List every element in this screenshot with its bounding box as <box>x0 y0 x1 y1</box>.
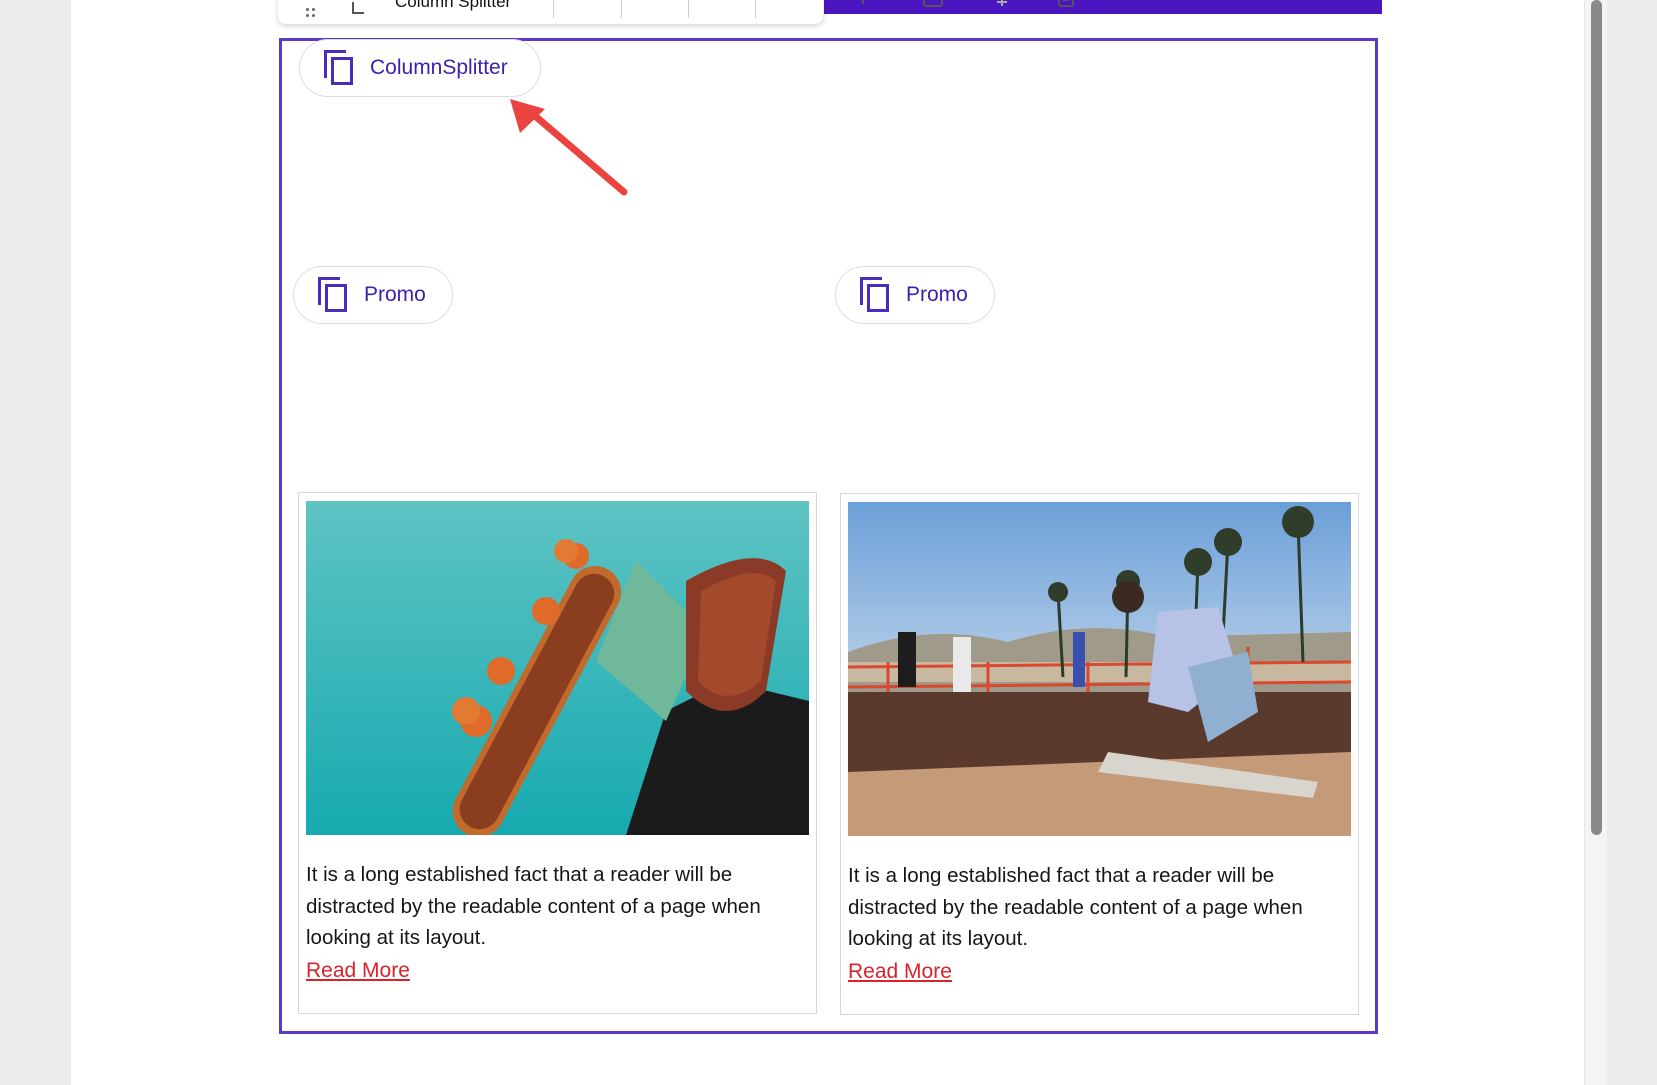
skatepark-image <box>848 502 1351 836</box>
insert-icon[interactable] <box>989 0 1013 24</box>
card-description: It is a long established fact that a rea… <box>848 864 1303 950</box>
toolbar-divider <box>621 0 622 18</box>
annotation-arrow <box>510 99 628 196</box>
promo-chip-right[interactable]: Promo <box>835 266 995 324</box>
promo-card: It is a long established fact that a rea… <box>298 492 817 1014</box>
scrollbar-thumb[interactable] <box>1591 0 1602 835</box>
layout-icon[interactable] <box>921 0 945 24</box>
promo-label: Promo <box>364 283 426 306</box>
skateboard-sky-image <box>306 501 809 835</box>
toolbar-divider <box>688 0 689 18</box>
toolbar-divider <box>755 0 756 18</box>
card-description: It is a long established fact that a rea… <box>306 863 761 949</box>
component-icon <box>350 0 370 24</box>
column-splitter-chip[interactable]: ColumnSplitter <box>299 39 541 97</box>
vertical-scrollbar[interactable] <box>1584 0 1607 1085</box>
copy-icon <box>860 277 892 313</box>
read-more-link[interactable]: Read More <box>848 960 952 984</box>
header-accent-bar <box>824 0 1382 14</box>
copy-icon <box>324 50 356 86</box>
toolbar-component-name: Column Splitter <box>395 0 512 11</box>
component-toolbar: Column Splitter <box>278 0 1074 24</box>
promo-chip-left[interactable]: Promo <box>293 266 453 324</box>
copy-icon <box>318 277 350 313</box>
promo-card: It is a long established fact that a rea… <box>840 493 1359 1015</box>
promo-label: Promo <box>906 283 968 306</box>
read-more-link[interactable]: Read More <box>306 959 410 983</box>
move-up-icon[interactable] <box>853 0 873 24</box>
toolbar-divider <box>553 0 554 18</box>
delete-icon[interactable] <box>1054 0 1078 24</box>
drag-handle-icon[interactable] <box>304 0 318 24</box>
column-splitter-label: ColumnSplitter <box>370 56 508 79</box>
